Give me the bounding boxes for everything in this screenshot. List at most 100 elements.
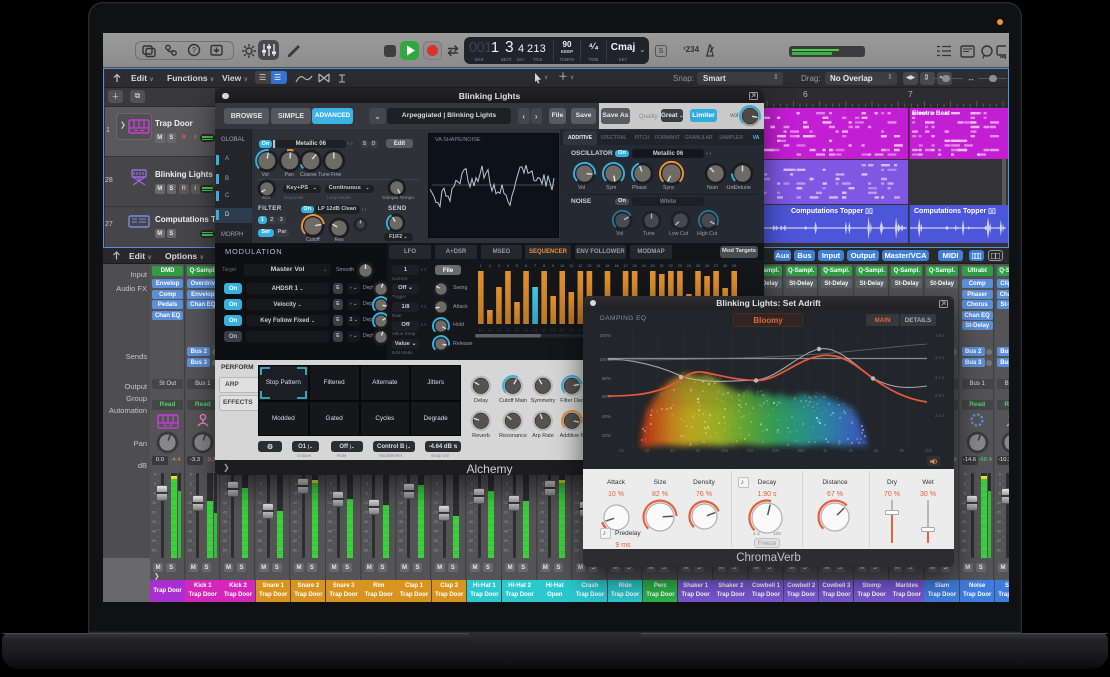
svg-text:-30: -30 [398, 520, 403, 524]
svg-text:-12: -12 [398, 501, 403, 505]
svg-text:6: 6 [154, 473, 156, 477]
svg-text:-30: -30 [503, 520, 508, 524]
svg-text:-30: -30 [996, 520, 1001, 524]
svg-text:-60: -60 [961, 549, 966, 553]
svg-text:-40: -40 [538, 530, 543, 534]
svg-text:15: 15 [605, 264, 609, 268]
svg-text:0: 0 [436, 482, 438, 486]
svg-text:26: 26 [705, 264, 709, 268]
svg-text:-50: -50 [996, 539, 1001, 543]
svg-text:-20: -20 [186, 511, 191, 515]
svg-text:-60: -60 [538, 549, 543, 553]
svg-text:-30: -30 [362, 520, 367, 524]
svg-text:-12: -12 [222, 501, 227, 505]
svg-text:6: 6 [190, 473, 192, 477]
svg-text:13: 13 [587, 264, 591, 268]
svg-text:-40: -40 [468, 530, 473, 534]
svg-text:-30: -30 [574, 520, 579, 524]
svg-text:-60: -60 [186, 549, 191, 553]
svg-text:-6: -6 [364, 492, 367, 496]
svg-text:(-): (-) [569, 328, 573, 332]
svg-text:-20: -20 [538, 511, 543, 515]
svg-text:21: 21 [660, 264, 664, 268]
svg-text:12: 12 [578, 264, 582, 268]
svg-text:-30: -30 [327, 520, 332, 524]
svg-text:-60: -60 [468, 549, 473, 553]
svg-text:0: 0 [964, 482, 966, 486]
svg-text:27: 27 [714, 264, 718, 268]
svg-text:-60: -60 [503, 549, 508, 553]
svg-text:-6: -6 [576, 492, 579, 496]
svg-text:9: 9 [552, 264, 554, 268]
svg-text:-12: -12 [433, 501, 438, 505]
svg-text:17: 17 [623, 264, 627, 268]
svg-text:-60: -60 [398, 549, 403, 553]
svg-text:-30: -30 [186, 520, 191, 524]
svg-text:-20: -20 [398, 511, 403, 515]
svg-text:(-): (-) [560, 328, 564, 332]
svg-text:6: 6 [525, 264, 527, 268]
svg-text:-30: -30 [468, 520, 473, 524]
svg-text:-40: -40 [186, 530, 191, 534]
svg-text:(-): (-) [497, 328, 501, 332]
svg-text:-40: -40 [996, 530, 1001, 534]
svg-text:-30: -30 [151, 520, 156, 524]
svg-text:-40: -40 [503, 530, 508, 534]
svg-text:-20: -20 [503, 511, 508, 515]
svg-text:18: 18 [632, 264, 636, 268]
svg-text:?: ? [192, 46, 197, 55]
svg-text:-40: -40 [362, 530, 367, 534]
svg-text:(-): (-) [551, 328, 555, 332]
svg-text:0: 0 [366, 482, 368, 486]
svg-text:-60: -60 [362, 549, 367, 553]
svg-text:-50: -50 [468, 539, 473, 543]
svg-text:2: 2 [489, 264, 491, 268]
svg-text:-50: -50 [292, 539, 297, 543]
svg-text:-60: -60 [327, 549, 332, 553]
svg-text:-30: -30 [257, 520, 262, 524]
svg-text:-20: -20 [468, 511, 473, 515]
svg-text:7: 7 [534, 264, 536, 268]
svg-text:0: 0 [330, 482, 332, 486]
svg-text:(-): (-) [479, 328, 483, 332]
svg-text:0: 0 [260, 482, 262, 486]
svg-text:-60: -60 [433, 549, 438, 553]
svg-text:(-): (-) [515, 328, 519, 332]
svg-text:(-): (-) [488, 328, 492, 332]
svg-text:-6: -6 [188, 492, 191, 496]
svg-text:6: 6 [999, 473, 1001, 477]
svg-text:0: 0 [577, 482, 579, 486]
svg-text:-30: -30 [292, 520, 297, 524]
svg-text:-60: -60 [996, 549, 1001, 553]
svg-text:-30: -30 [961, 520, 966, 524]
svg-text:-20: -20 [996, 511, 1001, 515]
svg-text:(-): (-) [542, 328, 546, 332]
svg-text:28: 28 [723, 264, 727, 268]
svg-text:-20: -20 [292, 511, 297, 515]
svg-text:4: 4 [507, 264, 509, 268]
svg-text:20: 20 [651, 264, 655, 268]
svg-text:-50: -50 [151, 539, 156, 543]
svg-text:0: 0 [506, 482, 508, 486]
svg-text:-50: -50 [503, 539, 508, 543]
svg-text:-30: -30 [222, 520, 227, 524]
svg-text:-12: -12 [362, 501, 367, 505]
svg-text:(-): (-) [578, 328, 582, 332]
svg-text:-50: -50 [398, 539, 403, 543]
svg-text:-50: -50 [257, 539, 262, 543]
svg-text:-40: -40 [327, 530, 332, 534]
svg-text:-20: -20 [222, 511, 227, 515]
svg-text:22: 22 [669, 264, 673, 268]
svg-text:24: 24 [687, 264, 691, 268]
svg-text:-50: -50 [186, 539, 191, 543]
svg-text:23: 23 [678, 264, 682, 268]
svg-text:-60: -60 [574, 549, 579, 553]
svg-text:16: 16 [614, 264, 618, 268]
svg-text:-12: -12 [151, 501, 156, 505]
svg-text:6: 6 [964, 473, 966, 477]
svg-text:0: 0 [190, 482, 192, 486]
svg-text:0: 0 [999, 482, 1001, 486]
svg-text:(-): (-) [524, 328, 528, 332]
svg-text:-50: -50 [574, 539, 579, 543]
svg-text:-50: -50 [433, 539, 438, 543]
